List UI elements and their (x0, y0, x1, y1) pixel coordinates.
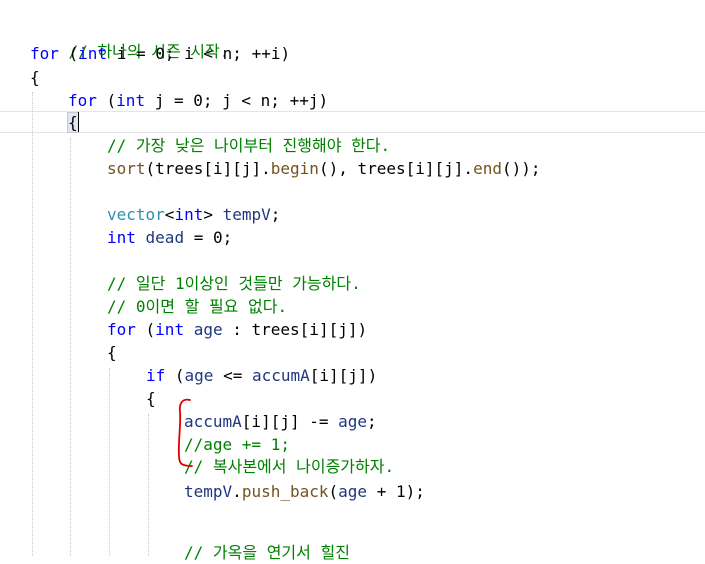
code-comment: // 0이면 할 필요 없다. (107, 297, 288, 316)
code-line: for (int j = 0; j < n; ++j) (68, 89, 328, 112)
method-name: push_back (241, 482, 329, 501)
keyword: int (116, 91, 146, 110)
code-line: // 0이면 할 필요 없다. (107, 295, 287, 318)
code-text: ()); (501, 159, 541, 178)
code-line: for (int i = 0; i < n; ++i) (30, 42, 290, 65)
code-text: { (107, 343, 117, 362)
indent-guide (32, 92, 33, 556)
code-text: [i][j] -= (241, 412, 339, 431)
code-line: tempV.push_back(age + 1); (184, 480, 425, 503)
code-line: { (146, 387, 156, 410)
code-line: for (int age : trees[i][j]) (107, 318, 367, 341)
code-comment: // 가장 낮은 나이부터 진행해야 한다. (107, 136, 391, 155)
code-text: < (164, 205, 175, 224)
keyword: int (107, 228, 136, 247)
code-line: int dead = 0; (107, 226, 232, 249)
matched-brace: { (67, 112, 79, 133)
indent-guide (70, 138, 71, 556)
indent-guide (148, 414, 149, 556)
indent-guide (109, 368, 110, 556)
code-text: ( (165, 366, 185, 385)
current-line-highlight (0, 111, 705, 133)
code-line: // 가장 낮은 나이부터 진행해야 한다. (107, 134, 390, 157)
keyword: int (78, 44, 108, 63)
code-text: (trees[i][j]. (145, 159, 271, 178)
code-line: // 복사본에서 나이증가하자. (184, 455, 394, 478)
code-text: = 0; (184, 228, 233, 247)
code-text: ; (270, 205, 281, 224)
code-text: > (203, 205, 223, 224)
method-name: end (473, 159, 502, 178)
variable-name: tempV (184, 482, 233, 501)
red-bracket-annotation (177, 398, 193, 467)
type-name: vector (107, 205, 165, 224)
code-line: accumA[i][j] -= age; (184, 410, 377, 433)
keyword: if (146, 366, 166, 385)
code-line: // 일단 1이상인 것들만 가능하다. (107, 272, 361, 295)
code-text: (), trees[i][j]. (318, 159, 474, 178)
code-line: if (age <= accumA[i][j]) (146, 364, 377, 387)
code-text: j = 0; j < n; ++j) (145, 91, 329, 110)
code-text: [i][j]) (309, 366, 378, 385)
code-comment: // 일단 1이상인 것들만 가능하다. (107, 274, 361, 293)
code-text: ( (135, 320, 156, 339)
variable-name: accumA (251, 366, 310, 385)
code-line: sort(trees[i][j].begin(), trees[i][j].en… (107, 157, 541, 180)
variable-name: dead (135, 228, 185, 247)
code-comment: // 가옥을 연기서 힐진 (184, 543, 350, 562)
code-text: . (232, 482, 242, 501)
text-caret (78, 112, 79, 132)
code-line: // 하나의 시즌 시작. (30, 17, 230, 61)
code-text: i = 0; i < n; ++i) (107, 44, 291, 63)
code-text: ( (96, 91, 117, 110)
method-name: begin (270, 159, 319, 178)
keyword: for (68, 91, 97, 110)
keyword: for (107, 320, 136, 339)
code-line: // 가옥을 연기서 힐진 (184, 541, 350, 564)
code-text: ; (367, 412, 377, 431)
code-text: ( (58, 44, 79, 63)
function-name: sort (107, 159, 146, 178)
keyword: int (174, 205, 204, 224)
code-text: : trees[i][j]) (222, 320, 368, 339)
code-text: { (30, 68, 40, 87)
code-text: { (146, 389, 156, 408)
code-editor[interactable]: // 하나의 시즌 시작. for (int i = 0; i < n; ++i… (0, 0, 705, 562)
code-line: { (67, 111, 79, 134)
code-line: { (30, 66, 40, 89)
code-text: + 1); (367, 482, 425, 501)
keyword: int (155, 320, 185, 339)
variable-name: age (338, 482, 368, 501)
code-text: <= (213, 366, 252, 385)
variable-name: age (338, 412, 368, 431)
variable-name: age (184, 366, 214, 385)
code-text: ( (328, 482, 339, 501)
code-line: vector<int> tempV; (107, 203, 280, 226)
variable-name: age (184, 320, 223, 339)
code-comment: // 복사본에서 나이증가하자. (184, 457, 395, 476)
variable-name: tempV (222, 205, 271, 224)
code-line: { (107, 341, 117, 364)
keyword: for (30, 44, 59, 63)
